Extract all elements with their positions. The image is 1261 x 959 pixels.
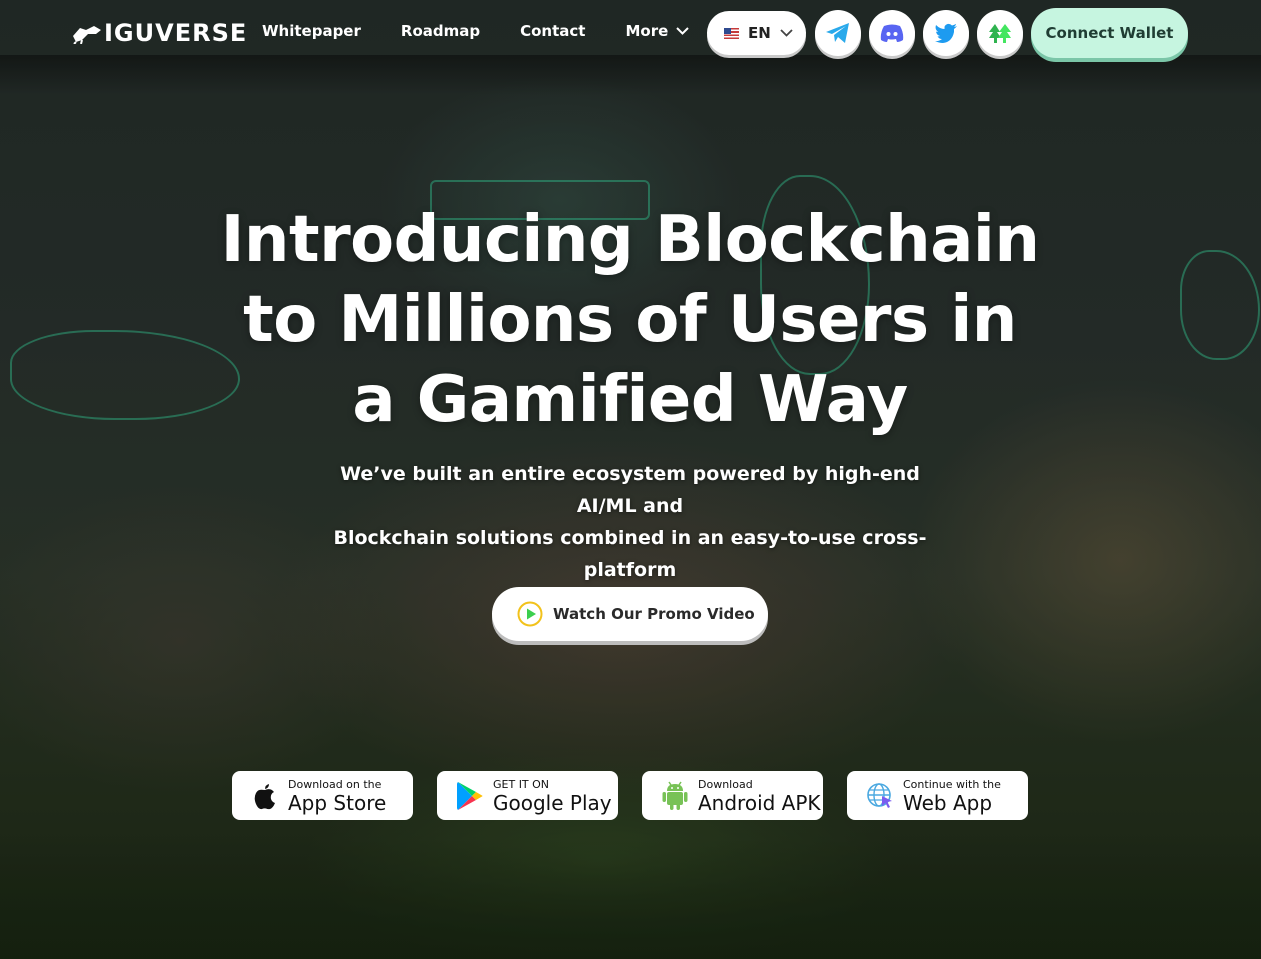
nav-contact[interactable]: Contact bbox=[520, 22, 585, 40]
site-header: IGUVERSE Whitepaper Roadmap Contact More… bbox=[0, 0, 1261, 64]
chevron-down-icon bbox=[676, 27, 689, 35]
store-big-text: Web App bbox=[903, 790, 993, 815]
store-big-text: App Store bbox=[288, 790, 387, 815]
nav-roadmap[interactable]: Roadmap bbox=[401, 22, 480, 40]
store-small-text: Download bbox=[698, 777, 753, 791]
telegram-icon bbox=[826, 23, 849, 43]
language-selector[interactable]: EN bbox=[707, 11, 806, 55]
store-small-text: Continue with the bbox=[903, 777, 1001, 791]
subtitle-line: We’ve built an entire ecosystem powered … bbox=[340, 463, 920, 517]
subtitle-line: Blockchain solutions combined in an easy… bbox=[333, 527, 927, 581]
store-big-text: Google Play bbox=[493, 790, 612, 815]
linktree-icon bbox=[989, 24, 1011, 43]
language-label: EN bbox=[748, 24, 771, 42]
twitter-button[interactable] bbox=[923, 10, 969, 56]
android-icon bbox=[660, 781, 690, 811]
store-small-text: GET IT ON bbox=[493, 777, 550, 791]
twitter-icon bbox=[935, 23, 957, 43]
google-play-button[interactable]: GET IT ON Google Play bbox=[437, 771, 618, 820]
main-nav: Whitepaper Roadmap Contact More bbox=[262, 22, 729, 40]
nav-more-label: More bbox=[625, 22, 669, 40]
logo-text: IGUVERSE bbox=[104, 19, 248, 47]
apple-icon bbox=[250, 782, 280, 810]
iguana-logo-icon bbox=[73, 26, 101, 44]
chevron-down-icon bbox=[780, 29, 793, 37]
headline-line: Introducing Blockchain bbox=[220, 203, 1040, 277]
headline-line: a Gamified Way bbox=[352, 363, 908, 437]
headline-line: to Millions of Users in bbox=[243, 283, 1017, 357]
linktree-button[interactable] bbox=[977, 10, 1023, 56]
promo-label: Watch Our Promo Video bbox=[553, 605, 755, 623]
web-app-icon bbox=[865, 782, 895, 810]
watch-promo-video-button[interactable]: Watch Our Promo Video bbox=[492, 587, 768, 641]
store-small-text: Download on the bbox=[288, 777, 382, 791]
store-big-text: Android APK bbox=[698, 790, 821, 815]
hero-headline: Introducing Blockchain to Millions of Us… bbox=[180, 200, 1080, 440]
play-icon bbox=[517, 601, 543, 627]
connect-wallet-button[interactable]: Connect Wallet bbox=[1031, 8, 1188, 58]
app-store-button[interactable]: Download on the App Store bbox=[232, 771, 413, 820]
us-flag-icon bbox=[724, 27, 739, 39]
web-app-button[interactable]: Continue with the Web App bbox=[847, 771, 1028, 820]
iguverse-logo[interactable]: IGUVERSE bbox=[72, 18, 247, 48]
nav-more-dropdown[interactable]: More bbox=[625, 22, 689, 40]
telegram-button[interactable] bbox=[815, 10, 861, 56]
discord-button[interactable] bbox=[869, 10, 915, 56]
google-play-icon bbox=[455, 781, 485, 811]
android-apk-button[interactable]: Download Android APK bbox=[642, 771, 823, 820]
nav-whitepaper[interactable]: Whitepaper bbox=[262, 22, 361, 40]
discord-icon bbox=[880, 24, 904, 42]
